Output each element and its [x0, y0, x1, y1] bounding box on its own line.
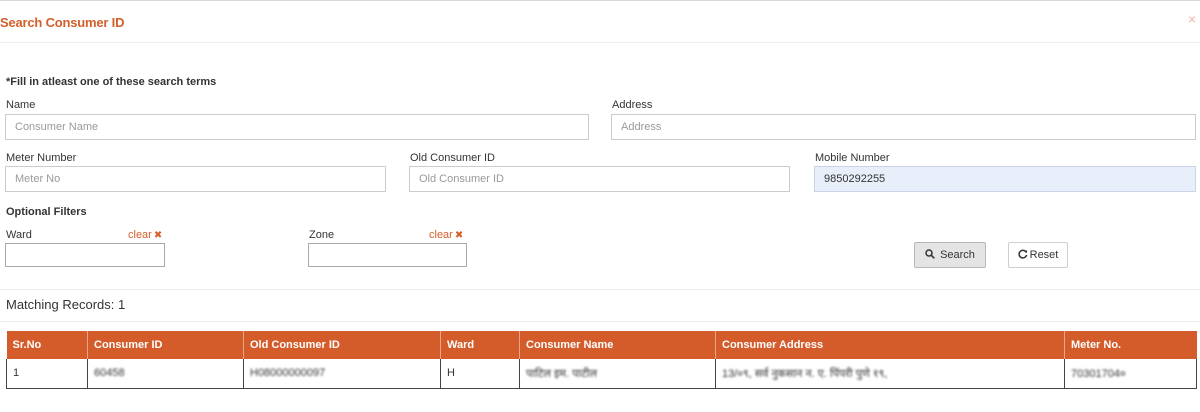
col-header-meter-no[interactable]: Meter No.	[1064, 331, 1197, 359]
cell-consumer-name: पाटिल इम. पाटील	[519, 359, 716, 389]
table-row[interactable]: 1 60458 H08000000097 H पाटिल इम. पाटील 1…	[6, 359, 1197, 389]
section-divider	[0, 289, 1200, 290]
col-header-consumer-id[interactable]: Consumer ID	[87, 331, 244, 359]
meter-number-label: Meter Number	[6, 152, 77, 164]
search-button[interactable]: Search	[914, 242, 986, 268]
ward-clear-label: clear	[128, 229, 152, 241]
clear-x-icon: ✖	[153, 230, 163, 241]
modal-header: Search Consumer ID ×	[0, 1, 1200, 43]
meter-number-input[interactable]	[5, 166, 386, 192]
reset-button[interactable]: Reset	[1008, 242, 1068, 268]
col-header-sr-no[interactable]: Sr.No	[6, 331, 88, 359]
modal-title: Search Consumer ID	[0, 15, 125, 30]
table-clip	[0, 389, 1200, 412]
cell-consumer-address: 13/०९, सर्व नुकसान न. ए. पिंपरी पुणे १९,	[715, 359, 1065, 389]
col-header-old-consumer-id[interactable]: Old Consumer ID	[243, 331, 441, 359]
zone-label: Zone	[309, 229, 335, 241]
results-table: Sr.No Consumer ID Old Consumer ID Ward C…	[6, 331, 1197, 389]
old-consumer-id-label: Old Consumer ID	[410, 152, 495, 164]
address-label: Address	[612, 99, 653, 111]
address-input[interactable]	[611, 114, 1196, 140]
section-divider	[0, 321, 1200, 322]
matching-records: Matching Records: 1	[6, 297, 126, 312]
name-label: Name	[6, 99, 36, 111]
cell-consumer-id-link[interactable]: 60458	[87, 359, 244, 389]
ward-label: Ward	[6, 229, 32, 241]
close-icon[interactable]: ×	[1188, 11, 1196, 27]
clear-x-icon: ✖	[454, 230, 464, 241]
col-header-consumer-address[interactable]: Consumer Address	[715, 331, 1065, 359]
mobile-number-label: Mobile Number	[815, 152, 890, 164]
consumer-name-input[interactable]	[5, 114, 589, 140]
reset-button-label: Reset	[1029, 249, 1059, 261]
zone-select[interactable]	[308, 243, 467, 267]
zone-clear-label: clear	[429, 229, 453, 241]
cell-meter-no: 70301704०	[1064, 359, 1197, 389]
ward-clear-link[interactable]: clear ✖	[128, 229, 162, 241]
col-header-consumer-name[interactable]: Consumer Name	[519, 331, 716, 359]
ward-select[interactable]	[5, 243, 165, 267]
old-consumer-id-input[interactable]	[409, 166, 790, 192]
cell-ward: H	[440, 359, 520, 389]
cell-old-consumer-id: H08000000097	[243, 359, 441, 389]
search-button-label: Search	[940, 249, 975, 261]
search-hint: *Fill in atleast one of these search ter…	[6, 76, 217, 88]
mobile-number-input[interactable]	[814, 166, 1196, 192]
optional-filters-title: Optional Filters	[6, 206, 87, 218]
zone-clear-link[interactable]: clear ✖	[429, 229, 463, 241]
col-header-ward[interactable]: Ward	[440, 331, 520, 359]
refresh-icon	[1018, 249, 1028, 262]
search-icon	[925, 248, 935, 262]
table-header-row: Sr.No Consumer ID Old Consumer ID Ward C…	[6, 331, 1197, 359]
cell-sr-no: 1	[6, 359, 88, 389]
